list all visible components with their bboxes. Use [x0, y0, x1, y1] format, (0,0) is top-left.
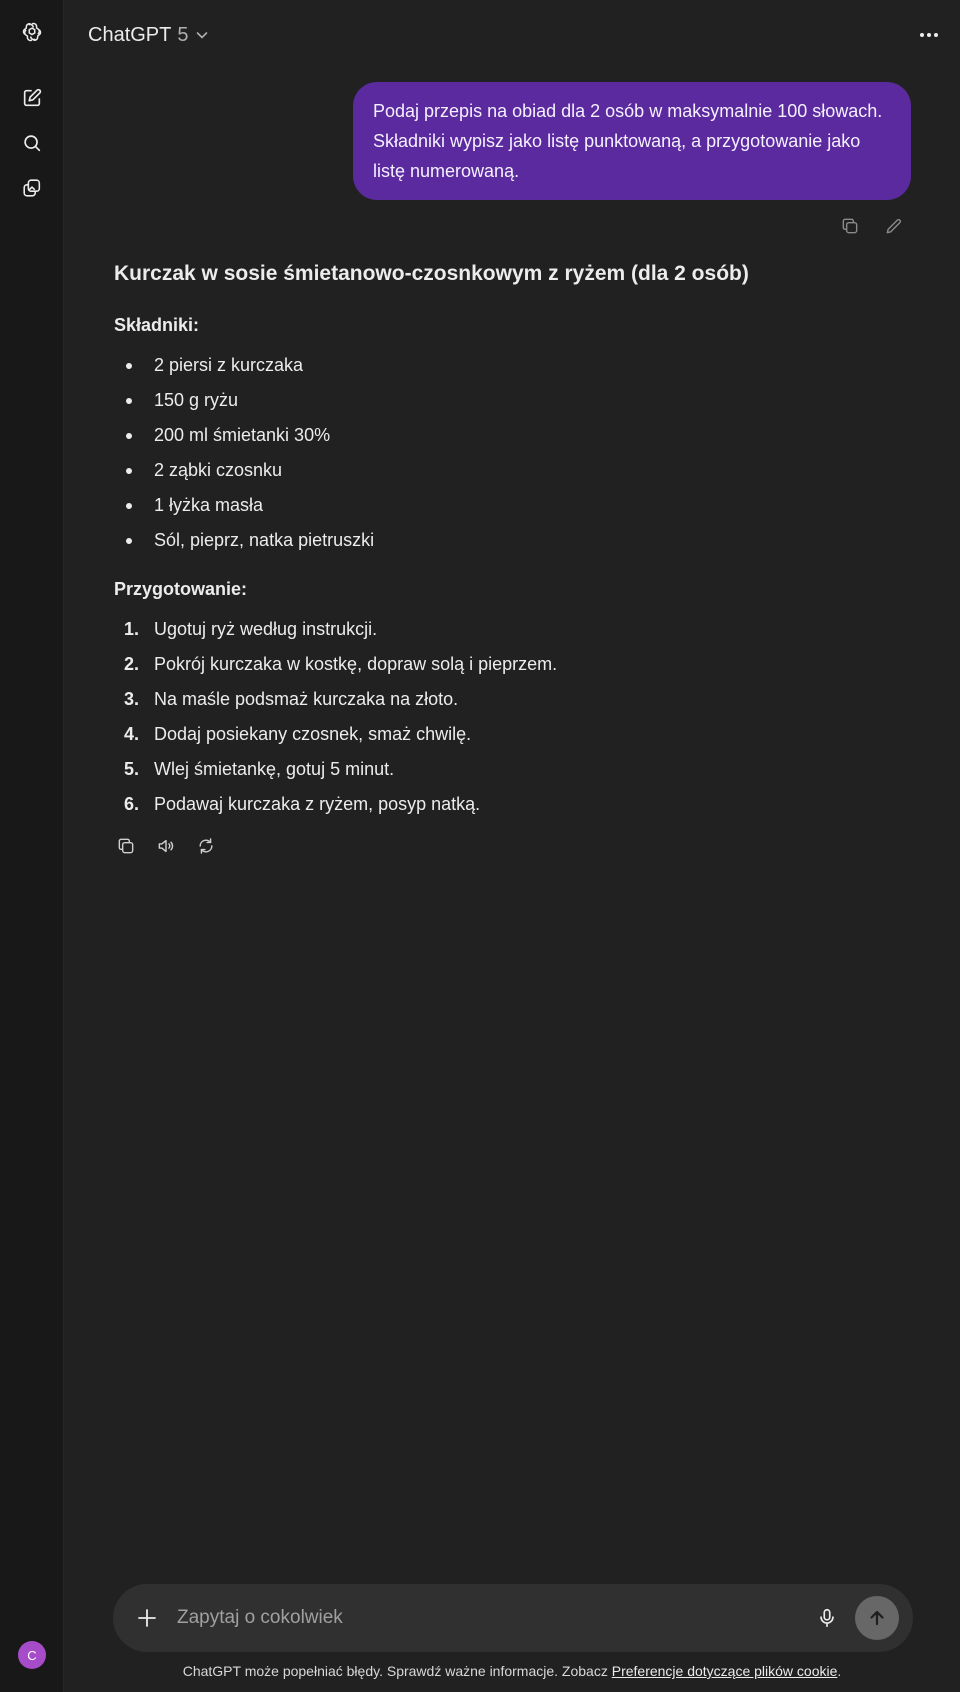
step-text: Podawaj kurczaka z ryżem, posyp natką.: [154, 794, 481, 814]
user-message-bubble: Podaj przepis na obiad dla 2 osób w maks…: [353, 82, 911, 200]
recipe-title: Kurczak w sosie śmietanowo-czosnkowym z …: [114, 262, 749, 285]
microphone-icon[interactable]: [813, 1604, 841, 1632]
top-bar: ChatGPT 5: [64, 0, 960, 68]
list-item: 2 piersi z kurczaka: [114, 348, 814, 383]
step-number: 6.: [124, 794, 140, 814]
library-icon[interactable]: [14, 170, 50, 206]
cookie-preferences-link[interactable]: Preferencje dotyczące plików cookie: [612, 1663, 838, 1679]
send-button[interactable]: [855, 1596, 899, 1640]
step-text: Dodaj posiekany czosnek, smaż chwilę.: [154, 724, 472, 744]
list-item: 1. Ugotuj ryż według instrukcji.: [114, 612, 814, 647]
ingredients-list: 2 piersi z kurczaka 150 g ryżu 200 ml śm…: [114, 348, 814, 558]
chevron-down-icon: [194, 27, 210, 43]
copy-icon[interactable]: [114, 834, 138, 858]
list-item: 2 ząbki czosnku: [114, 453, 814, 488]
list-item: 200 ml śmietanki 30%: [114, 418, 814, 453]
avatar[interactable]: C: [18, 1641, 46, 1669]
model-name: ChatGPT: [88, 23, 172, 46]
step-number: 3.: [124, 689, 140, 709]
model-version: 5: [177, 23, 189, 46]
list-item: 3. Na maśle podsmaż kurczaka na złoto.: [114, 682, 814, 717]
step-number: 1.: [124, 619, 140, 639]
disclaimer-text: ChatGPT może popełniać błędy. Sprawdź wa…: [182, 1663, 612, 1679]
read-aloud-speaker-icon[interactable]: [154, 834, 178, 858]
composer: [113, 1584, 913, 1652]
list-item: Sól, pieprz, natka pietruszki: [114, 523, 814, 558]
copy-icon[interactable]: [838, 214, 862, 238]
new-chat-icon[interactable]: [14, 80, 50, 116]
steps-heading: Przygotowanie:: [114, 579, 248, 599]
step-text: Na maśle podsmaż kurczaka na złoto.: [154, 689, 459, 709]
user-message-actions: [838, 214, 906, 238]
list-item: 2. Pokrój kurczaka w kostkę, dopraw solą …: [114, 647, 814, 682]
list-item: 6. Podawaj kurczaka z ryżem, posyp natką.: [114, 787, 814, 822]
list-item: 150 g ryżu: [114, 383, 814, 418]
disclaimer-suffix: .: [837, 1663, 842, 1679]
more-options-icon[interactable]: [912, 18, 946, 52]
prompt-input[interactable]: [177, 1598, 757, 1638]
edit-pencil-icon[interactable]: [882, 214, 906, 238]
step-number: 2.: [124, 654, 140, 674]
steps-list: 1. Ugotuj ryż według instrukcji. 2. Pokrój…: [114, 612, 814, 822]
step-text: Wlej śmietankę, gotuj 5 minut.: [154, 759, 395, 779]
list-item: 5. Wlej śmietankę, gotuj 5 minut.: [114, 752, 814, 787]
search-icon[interactable]: [14, 125, 50, 161]
step-number: 4.: [124, 724, 140, 744]
step-number: 5.: [124, 759, 140, 779]
openai-logo-icon[interactable]: [14, 14, 50, 50]
ingredients-heading: Składniki:: [114, 315, 200, 335]
user-message-text: Podaj przepis na obiad dla 2 osób w maks…: [373, 101, 883, 181]
sidebar: C: [0, 0, 64, 1692]
assistant-actions: [114, 834, 814, 858]
model-switcher[interactable]: ChatGPT 5: [80, 18, 218, 52]
list-item: 4. Dodaj posiekany czosnek, smaż chwilę.: [114, 717, 814, 752]
step-text: Pokrój kurczaka w kostkę, dopraw solą i …: [154, 654, 558, 674]
disclaimer-footer: ChatGPT może popełniać błędy. Sprawdź wa…: [64, 1663, 960, 1679]
plus-icon[interactable]: [133, 1604, 161, 1632]
list-item: 1 łyżka masła: [114, 488, 814, 523]
regenerate-icon[interactable]: [194, 834, 218, 858]
arrow-up-icon: [867, 1608, 887, 1628]
step-text: Ugotuj ryż według instrukcji.: [154, 619, 378, 639]
assistant-message: Kurczak w sosie śmietanowo-czosnkowym z …: [114, 254, 814, 858]
